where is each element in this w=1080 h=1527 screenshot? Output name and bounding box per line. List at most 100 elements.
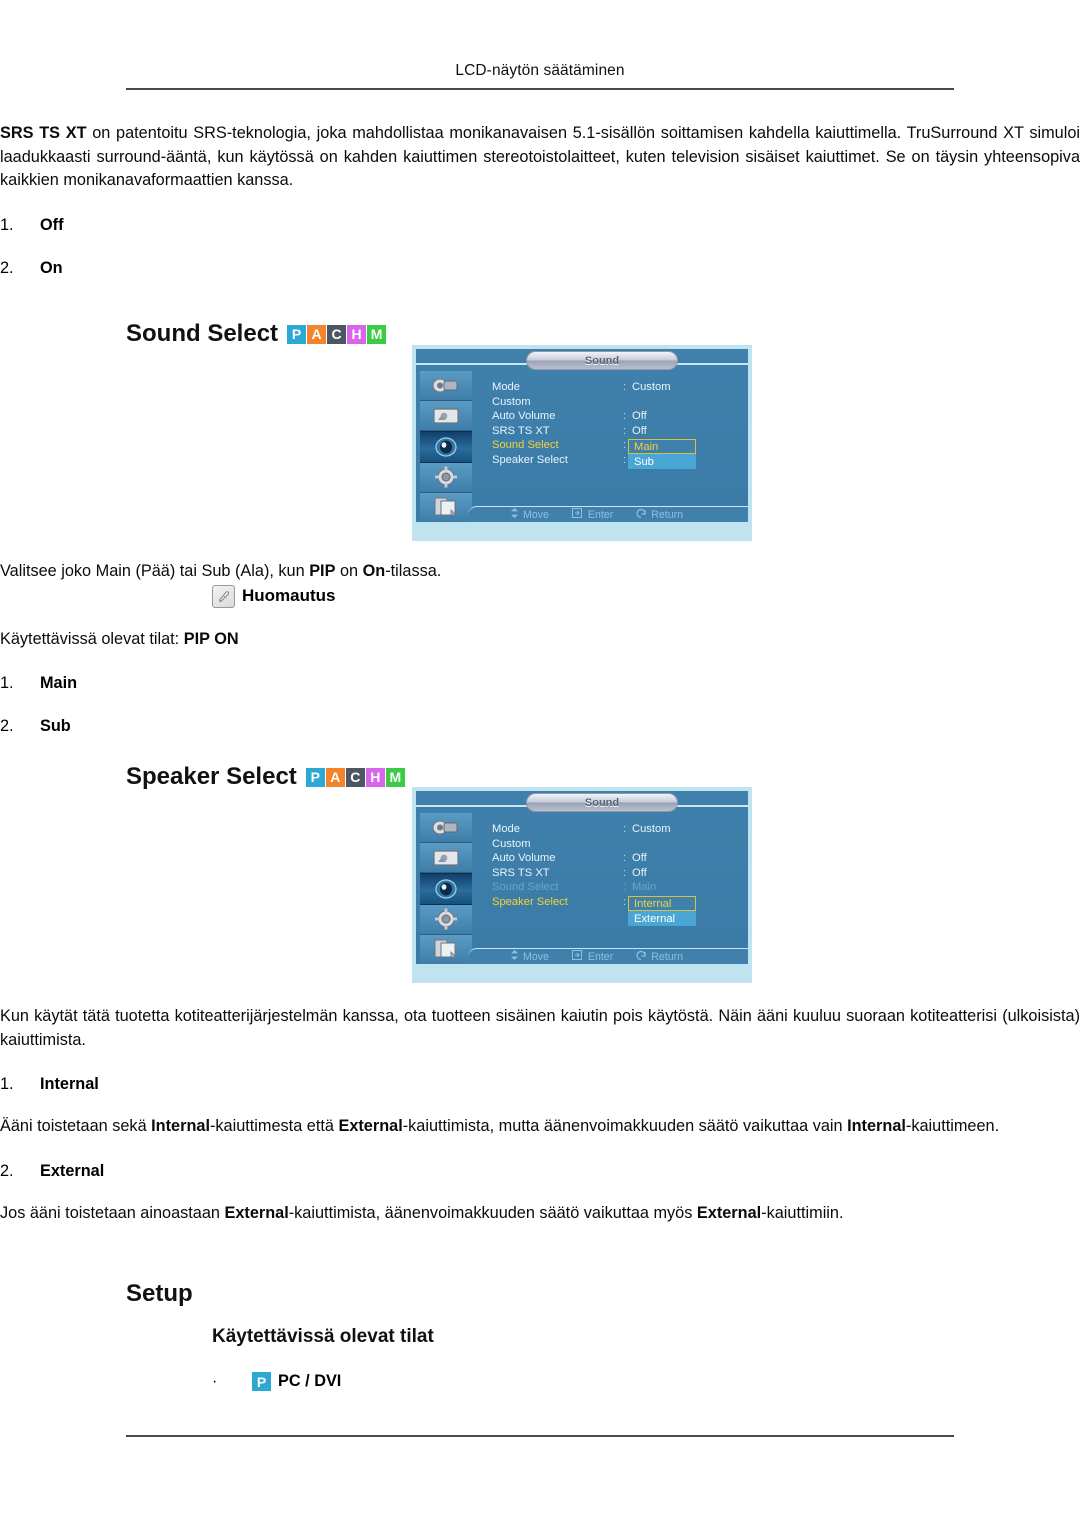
item-label: Internal <box>40 1075 99 1093</box>
option-label: Internal <box>634 897 672 910</box>
item-number: 2. <box>0 1161 14 1180</box>
list-item: 2. Sub <box>0 715 1080 737</box>
item-number: 1. <box>0 674 14 692</box>
sidebar-item-setup[interactable] <box>420 462 472 493</box>
osd-row-sound-select[interactable]: Sound Select : Main <box>492 881 742 896</box>
part-bold: External <box>338 1117 403 1135</box>
osd-row-auto-volume[interactable]: Auto Volume : Off <box>492 852 742 867</box>
footer-key-label: Return <box>651 508 684 521</box>
badge-c: C <box>345 767 365 787</box>
speaker-select-text: Kun käytät tätä tuotetta kotiteatterijär… <box>0 1005 1080 1225</box>
sound-select-heading-row: Sound Select P A C H M <box>126 320 387 348</box>
setup-gear-icon <box>434 908 458 930</box>
osd-option-main[interactable]: Main <box>628 439 696 455</box>
picture-icon <box>431 848 461 867</box>
return-icon <box>636 508 647 521</box>
return-icon <box>636 950 647 963</box>
row-value: Off <box>632 410 647 423</box>
osd-row-mode[interactable]: Mode : Custom <box>492 823 742 838</box>
setup-subheading: Käytettävissä olevat tilat <box>212 1326 434 1347</box>
header-rule <box>126 88 954 90</box>
row-label: Speaker Select <box>492 453 568 466</box>
item-label: Off <box>40 215 64 234</box>
footer-key-label: Move <box>523 950 549 963</box>
osd-row-sound-select[interactable]: Sound Select : <box>492 439 742 454</box>
osd-title: Sound <box>526 793 678 812</box>
osd-screenshot-sound-select: Sound Mode: Custom Custom Auto Volume:… <box>412 345 752 541</box>
intro-paragraph: SRS TS XT on patentoitu SRS-teknologia, … <box>0 122 1080 193</box>
list-item: 1. Main <box>0 672 1080 694</box>
row-value: Off <box>632 852 647 865</box>
item-label: On <box>40 258 63 277</box>
part: -kaiuttimesta että <box>209 1117 339 1135</box>
intro-option-list: 1. Off 2. On <box>0 214 1080 279</box>
row-separator: : <box>623 881 627 894</box>
osd-row-speaker-select[interactable]: Speaker Select : <box>492 454 742 469</box>
row-label: Custom <box>492 395 531 408</box>
item-number: 1. <box>0 215 14 234</box>
option-label: External <box>634 912 676 925</box>
row-value: Off <box>632 424 647 437</box>
footer-key-return: Return <box>636 508 683 521</box>
osd-row-speaker-select[interactable]: Speaker Select : <box>492 896 742 911</box>
footer-key-label: Enter <box>587 508 614 521</box>
setup-bullet: · P PC / DVI <box>212 1372 1080 1391</box>
move-icon <box>510 950 519 963</box>
footer-rule <box>126 1435 954 1437</box>
picture-icon <box>431 406 461 425</box>
osd-row-srs-ts-xt[interactable]: SRS TS XT : Off <box>492 867 742 882</box>
row-separator: : <box>623 852 627 865</box>
setup-bullet-row-wrap: · P PC / DVI <box>0 1372 1080 1391</box>
osd-footer-keys: Move Enter Return <box>510 950 683 963</box>
osd-row-custom[interactable]: Custom <box>492 396 742 411</box>
sidebar-item-input[interactable] <box>420 371 472 402</box>
list-item: 1. Off <box>0 214 1080 236</box>
sidebar-item-picture[interactable] <box>420 401 472 432</box>
osd-row-mode[interactable]: Mode : Custom <box>492 381 742 396</box>
osd-row-auto-volume[interactable]: Auto Volume : Off <box>492 410 742 425</box>
sidebar-item-setup[interactable] <box>420 904 472 935</box>
row-separator: : <box>623 439 627 452</box>
badge-a: A <box>325 767 345 787</box>
sound-speaker-icon <box>433 879 459 899</box>
running-head: LCD-näytön säätäminen <box>455 62 625 79</box>
footer-key-move: Move <box>510 508 549 521</box>
footer-key-label: Enter <box>587 950 614 963</box>
osd-option-sub[interactable]: Sub <box>628 454 696 469</box>
heading-text: Sound Select <box>126 320 279 347</box>
sidebar-item-sound[interactable] <box>420 431 472 463</box>
row-value: Main <box>632 881 657 894</box>
row-label: SRS TS XT <box>492 424 550 437</box>
note-label: Huomautus <box>242 586 336 605</box>
sidebar-item-input[interactable] <box>420 813 472 844</box>
osd-row-custom[interactable]: Custom <box>492 838 742 853</box>
osd-option-internal[interactable]: Internal <box>628 896 696 911</box>
intro-rest: on patentoitu SRS-teknologia, joka mahdo… <box>0 124 1080 189</box>
input-source-icon <box>431 818 461 837</box>
row-value: Custom <box>632 823 671 835</box>
part-bold: External <box>224 1203 289 1222</box>
page-title-speaker-select: Speaker Select P A C H M <box>126 763 405 791</box>
badge-a: A <box>307 324 327 344</box>
osd-title: Sound <box>526 351 678 370</box>
list-item: 2. On <box>0 257 1080 279</box>
sidebar-item-picture[interactable] <box>420 843 472 874</box>
sidebar-item-sound[interactable] <box>420 873 472 905</box>
osd-row-srs-ts-xt[interactable]: SRS TS XT : Off <box>492 425 742 440</box>
osd-body: Sound Mode: Custom Custom Auto Volume:… <box>416 349 748 531</box>
sound-speaker-icon <box>433 437 459 457</box>
badge-h: H <box>365 767 385 787</box>
mode-badges: P A C H M <box>287 324 387 344</box>
speaker-select-body-2: Jos ääni toistetaan ainoastaan External-… <box>0 1202 1080 1226</box>
option-label: Sub <box>634 455 654 468</box>
intro-lead: SRS TS XT <box>0 124 87 142</box>
footer-key-move: Move <box>510 950 549 963</box>
row-separator: : <box>623 424 627 437</box>
osd-option-external[interactable]: External <box>628 911 696 926</box>
row-label: Mode <box>492 381 520 393</box>
row-label: Auto Volume <box>492 852 556 865</box>
enter-icon <box>571 508 584 521</box>
badge-c: C <box>327 324 347 344</box>
desc-pre: Valitsee joko Main (Pää) tai Sub (Ala), … <box>0 562 310 580</box>
osd-footer-keys: Move Enter Return <box>510 508 683 521</box>
